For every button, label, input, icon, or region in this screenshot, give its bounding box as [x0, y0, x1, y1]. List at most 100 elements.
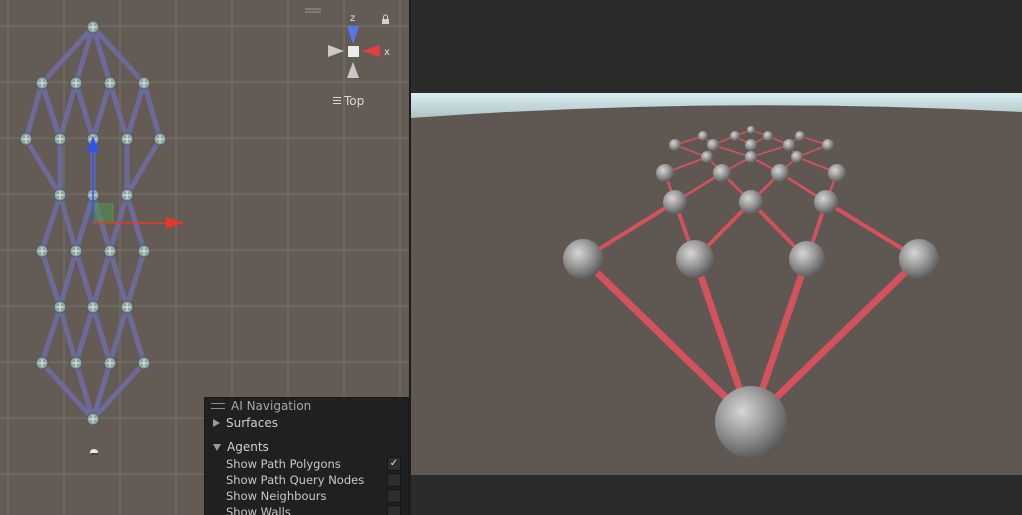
nav-node[interactable] — [153, 132, 167, 146]
option-show-neighbours[interactable]: Show Neighbours — [205, 488, 408, 504]
nav-node[interactable] — [35, 244, 49, 258]
ai-navigation-overlay[interactable]: AI Navigation Surfaces Agents Show Path … — [204, 397, 409, 515]
nav-node[interactable] — [120, 300, 134, 314]
move-x-axis-handle[interactable] — [166, 217, 184, 229]
option-show-path-query-nodes[interactable]: Show Path Query Nodes — [205, 472, 408, 488]
nav-edge — [107, 304, 130, 366]
light-icon[interactable] — [90, 449, 98, 455]
graph-node-sphere — [676, 240, 714, 278]
gizmo-z-label: z — [350, 13, 355, 24]
orientation-gizmo[interactable]: z x — [305, 8, 390, 78]
show-path-query-nodes-checkbox[interactable] — [387, 473, 401, 487]
graph-node-sphere — [745, 139, 757, 151]
nav-edge — [141, 80, 163, 142]
nav-node[interactable] — [137, 244, 151, 258]
nav-node[interactable] — [19, 132, 33, 146]
option-label: Show Path Query Nodes — [226, 473, 365, 487]
graph-node-sphere — [563, 239, 603, 279]
graph-node-sphere — [783, 139, 795, 151]
gizmo-left-cone[interactable] — [328, 45, 344, 57]
nav-edge — [124, 304, 147, 366]
graph-node-sphere — [822, 139, 834, 151]
gizmo-back-cone[interactable] — [347, 62, 359, 78]
graph-node-sphere — [663, 190, 687, 214]
nav-node[interactable] — [69, 244, 83, 258]
graph-node-sphere — [707, 139, 719, 151]
graph-node-sphere — [730, 131, 740, 141]
option-label: Show Walls — [226, 505, 291, 515]
option-show-path-polygons[interactable]: Show Path Polygons ✓ — [205, 456, 408, 472]
gizmo-x-label: x — [384, 47, 390, 58]
panel-header[interactable]: AI Navigation — [205, 398, 408, 414]
graph-node-sphere — [701, 151, 713, 163]
nav-edge — [39, 80, 63, 142]
panel-title: AI Navigation — [231, 399, 312, 413]
nav-edge — [73, 248, 96, 310]
show-path-polygons-checkbox[interactable]: ✓ — [387, 457, 401, 471]
nav-edge — [107, 248, 130, 310]
graph-node-sphere — [899, 239, 939, 279]
nav-node[interactable] — [103, 76, 117, 90]
nav-node[interactable] — [53, 132, 67, 146]
nav-edge — [124, 248, 147, 310]
nav-edge — [39, 248, 63, 310]
nav-node[interactable] — [69, 76, 83, 90]
nav-edge — [107, 80, 130, 142]
section-label: Surfaces — [226, 416, 278, 430]
graph-node-sphere — [698, 131, 708, 141]
nav-edge — [23, 136, 63, 198]
nav-edge — [73, 80, 96, 142]
nav-node[interactable] — [35, 76, 49, 90]
nav-node[interactable] — [120, 132, 134, 146]
lock-icon[interactable] — [382, 14, 389, 24]
graph-node-sphere — [669, 139, 681, 151]
move-xz-plane-handle[interactable] — [92, 203, 114, 224]
nav-node[interactable] — [69, 356, 83, 370]
nav-node[interactable] — [137, 76, 151, 90]
nav-node[interactable] — [103, 356, 117, 370]
nav-node[interactable] — [35, 356, 49, 370]
graph-node-sphere — [739, 190, 763, 214]
nav-edge — [39, 304, 63, 366]
section-surfaces[interactable]: Surfaces — [205, 414, 408, 432]
nav-node[interactable] — [120, 188, 134, 202]
nav-edge — [57, 248, 79, 310]
nav-edge — [73, 304, 96, 366]
nav-edge — [57, 304, 79, 366]
section-agents[interactable]: Agents — [205, 438, 408, 456]
nav-node[interactable] — [86, 20, 100, 34]
view-mode-label: Top — [344, 94, 365, 108]
nav-node[interactable] — [137, 356, 151, 370]
option-label: Show Path Polygons — [226, 457, 341, 471]
top-letterbox — [411, 0, 1022, 93]
gizmo-center-cube[interactable] — [348, 46, 359, 57]
bottom-letterbox — [411, 475, 1022, 515]
menu-icon — [333, 97, 341, 105]
graph-node-sphere — [715, 386, 787, 458]
nav-node[interactable] — [53, 300, 67, 314]
graph-node-sphere — [789, 241, 825, 277]
nav-node[interactable] — [86, 412, 100, 426]
nav-node[interactable] — [53, 188, 67, 202]
show-walls-checkbox[interactable] — [387, 505, 401, 515]
nav-node[interactable] — [86, 300, 100, 314]
gizmo-z-cone[interactable] — [347, 26, 359, 44]
nav-edge — [57, 192, 79, 254]
graph-node-sphere — [763, 131, 773, 141]
game-view[interactable] — [411, 0, 1022, 515]
scene-view[interactable]: z x Top AI Navigation Surfaces Agents Sh… — [0, 0, 409, 515]
graph-node-sphere — [771, 164, 789, 182]
drag-handle-icon[interactable] — [211, 403, 225, 409]
nav-edge — [73, 192, 96, 254]
graph-node-sphere — [795, 131, 805, 141]
view-mode-toggle[interactable]: Top — [333, 94, 364, 108]
graph-node-sphere — [745, 151, 757, 163]
gizmo-x-cone[interactable] — [362, 45, 380, 57]
collapsed-arrow-icon — [213, 419, 220, 427]
nav-edge — [39, 192, 63, 254]
graph-node-sphere — [713, 164, 731, 182]
option-show-walls[interactable]: Show Walls — [205, 504, 408, 515]
expanded-arrow-icon — [213, 443, 221, 451]
show-neighbours-checkbox[interactable] — [387, 489, 401, 503]
nav-node[interactable] — [103, 244, 117, 258]
